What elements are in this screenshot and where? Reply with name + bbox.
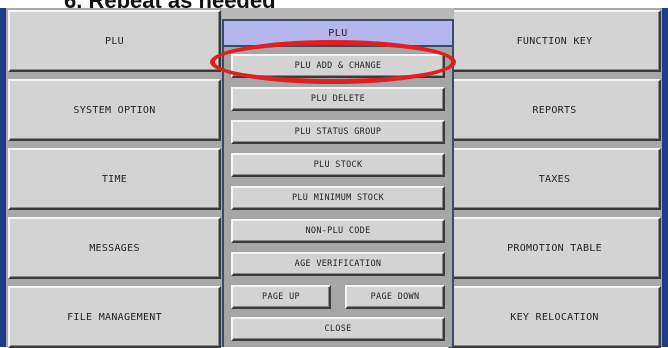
screen-edge-left <box>0 8 6 347</box>
main-btn-system-option[interactable]: SYSTEM OPTION <box>8 79 221 141</box>
plu-add-change-button[interactable]: PLU ADD & CHANGE <box>231 54 445 78</box>
main-btn-time[interactable]: TIME <box>8 148 221 210</box>
screen-edge-right <box>662 8 668 347</box>
plu-status-group-button[interactable]: PLU STATUS GROUP <box>231 120 445 144</box>
main-btn-key-relocation[interactable]: KEY RELOCATION <box>448 286 661 348</box>
main-btn-file-management[interactable]: FILE MANAGEMENT <box>8 286 221 348</box>
main-btn-promotion-table[interactable]: PROMOTION TABLE <box>448 217 661 279</box>
close-button[interactable]: CLOSE <box>231 317 445 341</box>
main-btn-reports[interactable]: REPORTS <box>448 79 661 141</box>
plu-dialog: PLU PLU ADD & CHANGE PLU DELETE PLU STAT… <box>222 19 454 347</box>
main-btn-messages[interactable]: MESSAGES <box>8 217 221 279</box>
age-verification-button[interactable]: AGE VERIFICATION <box>231 252 445 276</box>
page-up-button[interactable]: PAGE UP <box>231 285 331 309</box>
plu-delete-button[interactable]: PLU DELETE <box>231 87 445 111</box>
non-plu-code-button[interactable]: NON-PLU CODE <box>231 219 445 243</box>
main-btn-function-key[interactable]: FUNCTION KEY <box>448 10 661 72</box>
page-down-button[interactable]: PAGE DOWN <box>345 285 445 309</box>
main-btn-plu[interactable]: PLU <box>8 10 221 72</box>
plu-minimum-stock-button[interactable]: PLU MINIMUM STOCK <box>231 186 445 210</box>
plu-stock-button[interactable]: PLU STOCK <box>231 153 445 177</box>
dialog-title: PLU <box>224 21 452 47</box>
main-btn-taxes[interactable]: TAXES <box>448 148 661 210</box>
